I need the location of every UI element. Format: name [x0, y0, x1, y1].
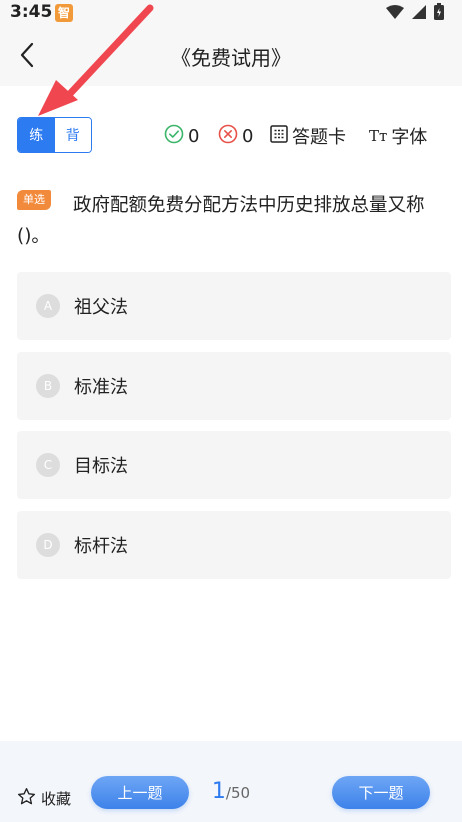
system-icons — [386, 2, 444, 24]
app-badge-icon: 智 — [55, 4, 73, 22]
answer-card-button[interactable]: 答题卡 — [270, 123, 346, 149]
next-question-button[interactable]: 下一题 — [332, 776, 430, 809]
option-text: 目标法 — [74, 456, 128, 477]
signal-icon — [412, 4, 426, 23]
option-letter: C — [36, 453, 60, 477]
wrong-count-indicator: 0 — [218, 122, 253, 150]
grid-card-icon — [270, 124, 288, 148]
correct-count-indicator: 0 — [164, 122, 199, 150]
option-a[interactable]: A 祖父法 — [17, 272, 451, 340]
wrong-count-value: 0 — [242, 125, 254, 147]
option-c[interactable]: C 目标法 — [17, 431, 451, 499]
x-circle-icon — [218, 124, 238, 149]
wrong-count: 0 — [218, 124, 253, 149]
practice-mode-button[interactable]: 练 — [18, 118, 55, 152]
option-d[interactable]: D 标杆法 — [17, 511, 451, 579]
option-text: 祖父法 — [74, 297, 128, 318]
current-page: 1 — [211, 779, 226, 804]
answer-card-tool: 答题卡 — [270, 122, 346, 150]
answer-card-label: 答题卡 — [292, 127, 346, 148]
total-pages: /50 — [225, 784, 251, 802]
option-text: 标杆法 — [74, 536, 128, 557]
option-letter: A — [36, 294, 60, 318]
option-b[interactable]: B 标准法 — [17, 352, 451, 420]
recite-mode-button[interactable]: 背 — [54, 118, 91, 152]
wifi-icon — [386, 4, 404, 23]
font-size-button[interactable]: Tт 字体 — [369, 123, 427, 149]
mode-toggle: 练 背 — [17, 117, 92, 153]
top-nav-bar: 《免费试用》 — [0, 26, 462, 86]
battery-icon — [434, 2, 444, 24]
correct-count: 0 — [164, 124, 199, 149]
question-type-tag: 单选 — [17, 190, 51, 210]
font-tool: Tт 字体 — [369, 122, 427, 150]
option-letter: D — [36, 533, 60, 557]
option-text: 标准法 — [74, 377, 128, 398]
font-size-icon: Tт — [369, 127, 388, 145]
status-time: 3:45 — [10, 2, 53, 22]
page-title: 《免费试用》 — [171, 46, 291, 70]
check-circle-icon — [164, 124, 184, 149]
option-letter: B — [36, 374, 60, 398]
question-text: 政府配额免费分配方法中历史排放总量又称()。 — [17, 195, 425, 247]
status-bar: 3:45 智 — [0, 0, 462, 26]
bottom-bar: 收藏 上一题 1/50 下一题 — [0, 741, 462, 822]
correct-count-value: 0 — [188, 125, 200, 147]
font-label: 字体 — [391, 127, 428, 148]
question-block: 单选 政府配额免费分配方法中历史排放总量又称()。 — [17, 190, 447, 252]
